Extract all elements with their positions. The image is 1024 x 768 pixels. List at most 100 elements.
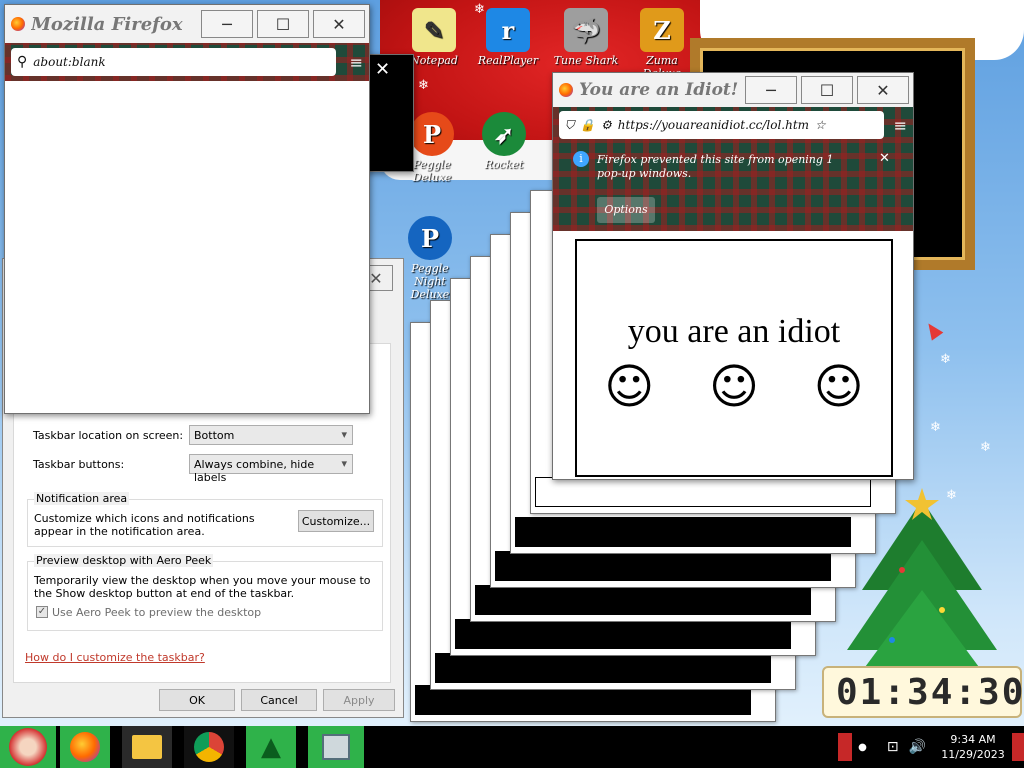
location-select[interactable]: Bottom	[189, 425, 353, 445]
url-field[interactable]: ⛉ 🔒 ⚙ https://youareanidiot.cc/lol.htm ☆	[559, 111, 884, 139]
minimize-button[interactable]: ─	[745, 76, 797, 104]
clock-widget-digits: 01:34:30	[836, 672, 1024, 713]
aero-peek-checkbox-label: Use Aero Peek to preview the desktop	[52, 606, 262, 619]
system-tray: ● ⊡ 🔊 9:34 AM 11/29/2023	[838, 726, 1024, 768]
taskbar: ▲ ● ⊡ 🔊 9:34 AM 11/29/2023	[0, 726, 1024, 768]
popup-content	[475, 585, 811, 615]
popup-content	[515, 517, 851, 547]
url-text: https://youareanidiot.cc/lol.htm	[617, 118, 810, 132]
shield-icon[interactable]: ⛉	[565, 118, 574, 133]
desktop-icon-zuma[interactable]: Z Zuma Deluxe	[628, 8, 696, 80]
aero-peek-checkbox[interactable]: ✓	[36, 606, 48, 618]
smiley-icon: ☺	[813, 359, 864, 415]
help-link[interactable]: How do I customize the taskbar?	[25, 651, 205, 664]
volume-icon[interactable]: 🔊	[909, 739, 926, 755]
title-bar: You are an Idiot! ... ─ ☐ ✕	[553, 73, 913, 107]
desktop-icon-realplayer[interactable]: r RealPlayer	[474, 8, 542, 67]
navigation-bar: ⚲ about:blank ≡	[5, 43, 369, 81]
popup-content	[455, 619, 791, 649]
taskbar-chrome[interactable]	[184, 726, 234, 768]
taskbar-firefox[interactable]	[60, 726, 110, 768]
smiley-icon: ☺	[604, 359, 655, 415]
desktop-icon-rocket[interactable]: ➶ Rocket	[470, 112, 538, 171]
folder-icon	[132, 735, 162, 759]
close-button[interactable]: ✕	[857, 76, 909, 104]
zuma-icon: Z	[640, 8, 684, 52]
background-window[interactable]: ✕	[366, 54, 414, 172]
desktop-clock-widget: 01:34:30	[822, 666, 1024, 718]
maximize-button[interactable]: ☐	[257, 10, 309, 38]
taskbar-xmas-app[interactable]: ▲	[246, 726, 296, 768]
menu-icon[interactable]: ≡	[350, 53, 363, 72]
popup-content	[495, 551, 831, 581]
start-button[interactable]	[0, 726, 56, 768]
maximize-button[interactable]: ☐	[801, 76, 853, 104]
firefox-blank-window[interactable]: Mozilla Firefox ─ ☐ ✕ ⚲ about:blank ≡	[4, 4, 370, 414]
url-field[interactable]: ⚲ about:blank	[11, 48, 336, 76]
snowflake-icon: ❄	[930, 420, 941, 435]
desktop-icon-label: RealPlayer	[477, 54, 539, 67]
control-panel-icon	[322, 734, 350, 760]
popup-content	[435, 653, 771, 683]
notepad-icon: ✎	[412, 8, 456, 52]
location-label: Taskbar location on screen:	[33, 429, 184, 442]
notification-group: Notification area Customize which icons …	[27, 492, 383, 547]
snowflake-icon: ❄	[418, 78, 429, 93]
ok-button[interactable]: OK	[159, 689, 235, 711]
minimize-button[interactable]: ─	[201, 10, 253, 38]
cancel-button[interactable]: Cancel	[241, 689, 317, 711]
firefox-icon	[70, 732, 100, 762]
idiot-browser-window[interactable]: You are an Idiot! ... ─ ☐ ✕ ⛉ 🔒 ⚙ https:…	[552, 72, 914, 480]
clock-time: 9:34 AM	[950, 733, 996, 746]
taskbar-clock[interactable]: 9:34 AM 11/29/2023	[934, 732, 1012, 762]
peggle-icon: P	[410, 112, 454, 156]
cursor-icon	[922, 319, 944, 341]
firefox-icon	[559, 83, 573, 97]
close-icon[interactable]: ✕	[879, 151, 890, 166]
apply-button[interactable]: Apply	[323, 689, 395, 711]
taskbar-file-explorer[interactable]	[122, 726, 172, 768]
show-desktop-button[interactable]	[1012, 733, 1024, 761]
close-icon[interactable]: ✕	[375, 59, 390, 80]
bookmark-star-icon[interactable]: ☆	[815, 118, 826, 132]
url-text: about:blank	[33, 55, 106, 69]
lock-icon[interactable]: 🔒	[580, 118, 595, 132]
close-button[interactable]: ✕	[313, 10, 365, 38]
navigation-bar: ⛉ 🔒 ⚙ https://youareanidiot.cc/lol.htm ☆…	[553, 107, 913, 143]
buttons-select[interactable]: Always combine, hide labels	[189, 454, 353, 484]
chrome-icon	[194, 732, 224, 762]
desktop-icon-label: Rocket	[484, 158, 524, 171]
network-icon[interactable]: ⊡	[887, 739, 899, 755]
desktop-icon-label: Tune Shark	[553, 54, 619, 67]
aero-peek-group: Preview desktop with Aero Peek Temporari…	[27, 554, 383, 631]
show-hidden-icon[interactable]: ●	[858, 742, 867, 753]
snowflake-icon: ❄	[940, 352, 951, 367]
options-button[interactable]: Options	[597, 197, 655, 223]
permissions-icon[interactable]: ⚙	[601, 118, 612, 132]
notice-text: Firefox prevented this site from opening…	[597, 153, 834, 180]
peggle-nights-icon: P	[408, 216, 452, 260]
smiley-icon: ☺	[708, 359, 759, 415]
rocket-icon: ➶	[482, 112, 526, 156]
menu-icon[interactable]: ≡	[894, 116, 907, 135]
idiot-content: you are an idiot ☺ ☺ ☺	[575, 239, 893, 477]
taskbar-control-panel[interactable]	[308, 726, 364, 768]
title-bar: Mozilla Firefox ─ ☐ ✕	[5, 5, 369, 43]
tree-icon: ▲	[261, 732, 281, 762]
aero-peek-title: Preview desktop with Aero Peek	[34, 554, 214, 567]
tray-accent	[838, 733, 853, 761]
notification-text: Customize which icons and notifications …	[34, 512, 255, 538]
notification-title: Notification area	[34, 492, 130, 505]
desktop-icon-tune-shark[interactable]: 🦈 Tune Shark	[552, 8, 620, 67]
snowflake-icon: ❄	[980, 440, 991, 455]
customize-button[interactable]: Customize...	[298, 510, 374, 532]
smiley-row: ☺ ☺ ☺	[577, 359, 891, 415]
clock-date: 11/29/2023	[941, 748, 1005, 761]
window-title: Mozilla Firefox	[31, 13, 183, 35]
popup-blocked-notice: i Firefox prevented this site from openi…	[553, 143, 913, 231]
firefox-icon	[11, 17, 25, 31]
popup-content	[535, 477, 871, 507]
shark-icon: 🦈	[564, 8, 608, 52]
idiot-headline: you are an idiot	[627, 313, 841, 350]
buttons-label: Taskbar buttons:	[33, 458, 125, 471]
